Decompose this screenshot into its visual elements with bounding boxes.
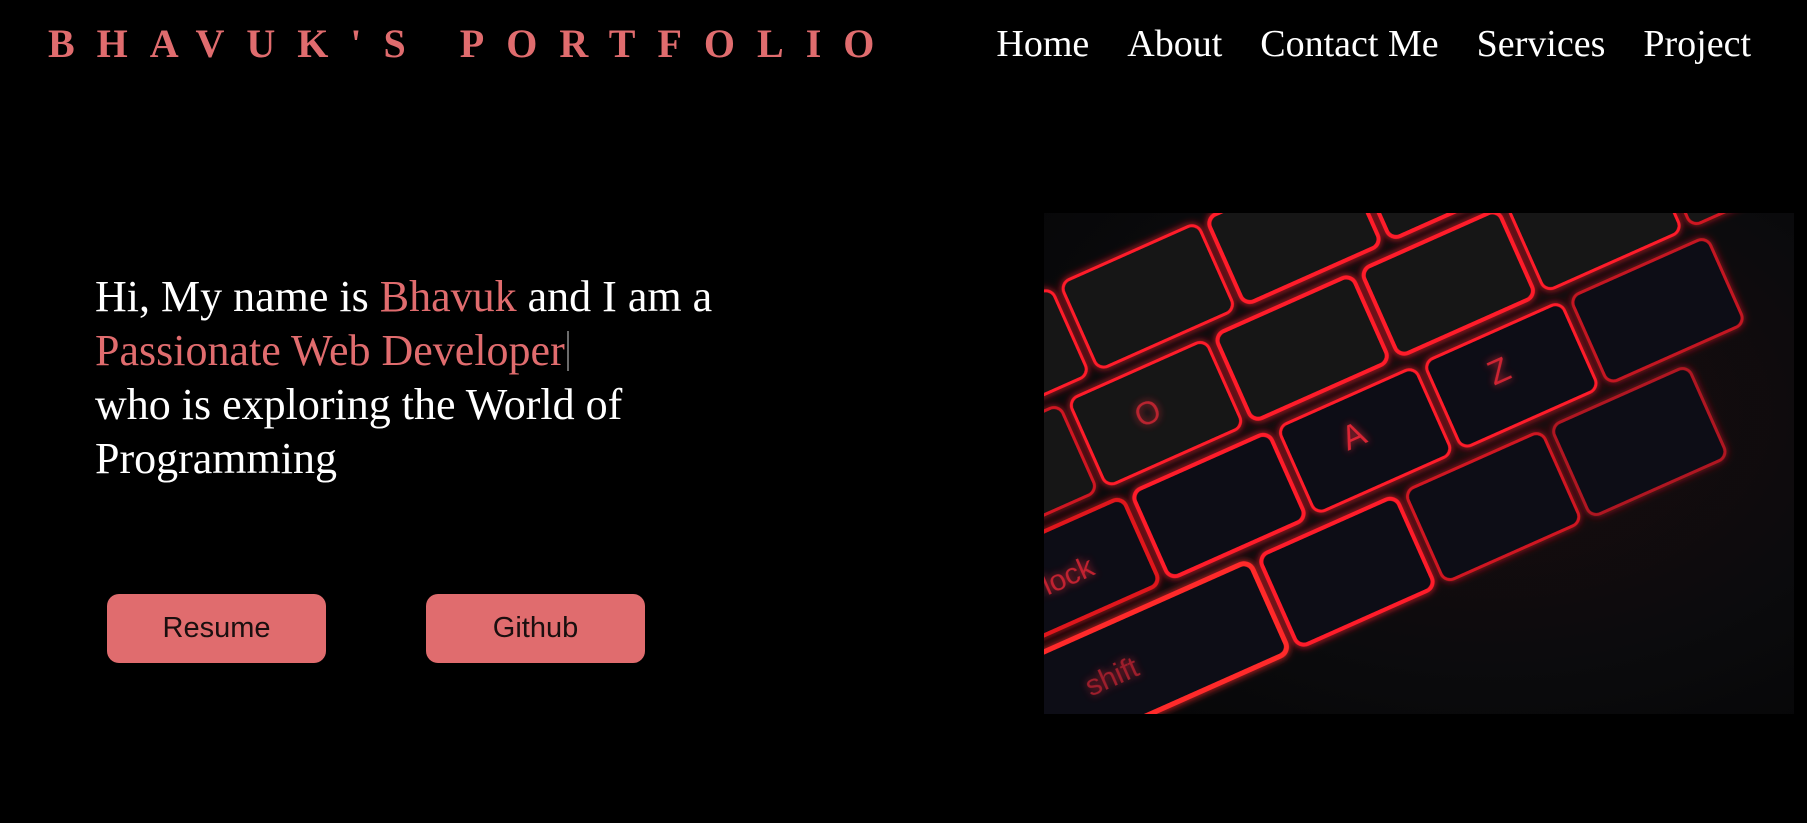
typing-caret <box>566 331 569 371</box>
hero-intro: Hi, My name is Bhavuk and I am a Passion… <box>95 270 815 486</box>
main-nav: Home About Contact Me Services Project <box>996 20 1751 68</box>
hero-line-3: who is exploring the World of <box>95 380 623 429</box>
brand-title: BHAVUK'S PORTFOLIO <box>48 21 897 66</box>
hero-line-1: Hi, My name is Bhavuk and I am a <box>95 270 815 324</box>
hero-line-2: Passionate Web Developer <box>95 324 815 378</box>
keyboard-image: A Z O caps lock shift <box>1044 213 1794 714</box>
hero-name: Bhavuk <box>379 272 517 321</box>
nav-home[interactable]: Home <box>996 20 1089 68</box>
keyboard-illustration: A Z O caps lock shift <box>1044 213 1794 714</box>
hero-line-4: Programming <box>95 434 337 483</box>
nav-project[interactable]: Project <box>1643 20 1751 68</box>
nav-services[interactable]: Services <box>1477 20 1606 68</box>
resume-button[interactable]: Resume <box>107 594 326 663</box>
nav-about[interactable]: About <box>1127 20 1222 68</box>
intro-suffix: and I am a <box>516 272 713 321</box>
intro-prefix: Hi, My name is <box>95 272 380 321</box>
nav-contact-me[interactable]: Contact Me <box>1260 20 1438 68</box>
github-button[interactable]: Github <box>426 594 645 663</box>
hero-role: Passionate Web Developer <box>95 326 565 375</box>
